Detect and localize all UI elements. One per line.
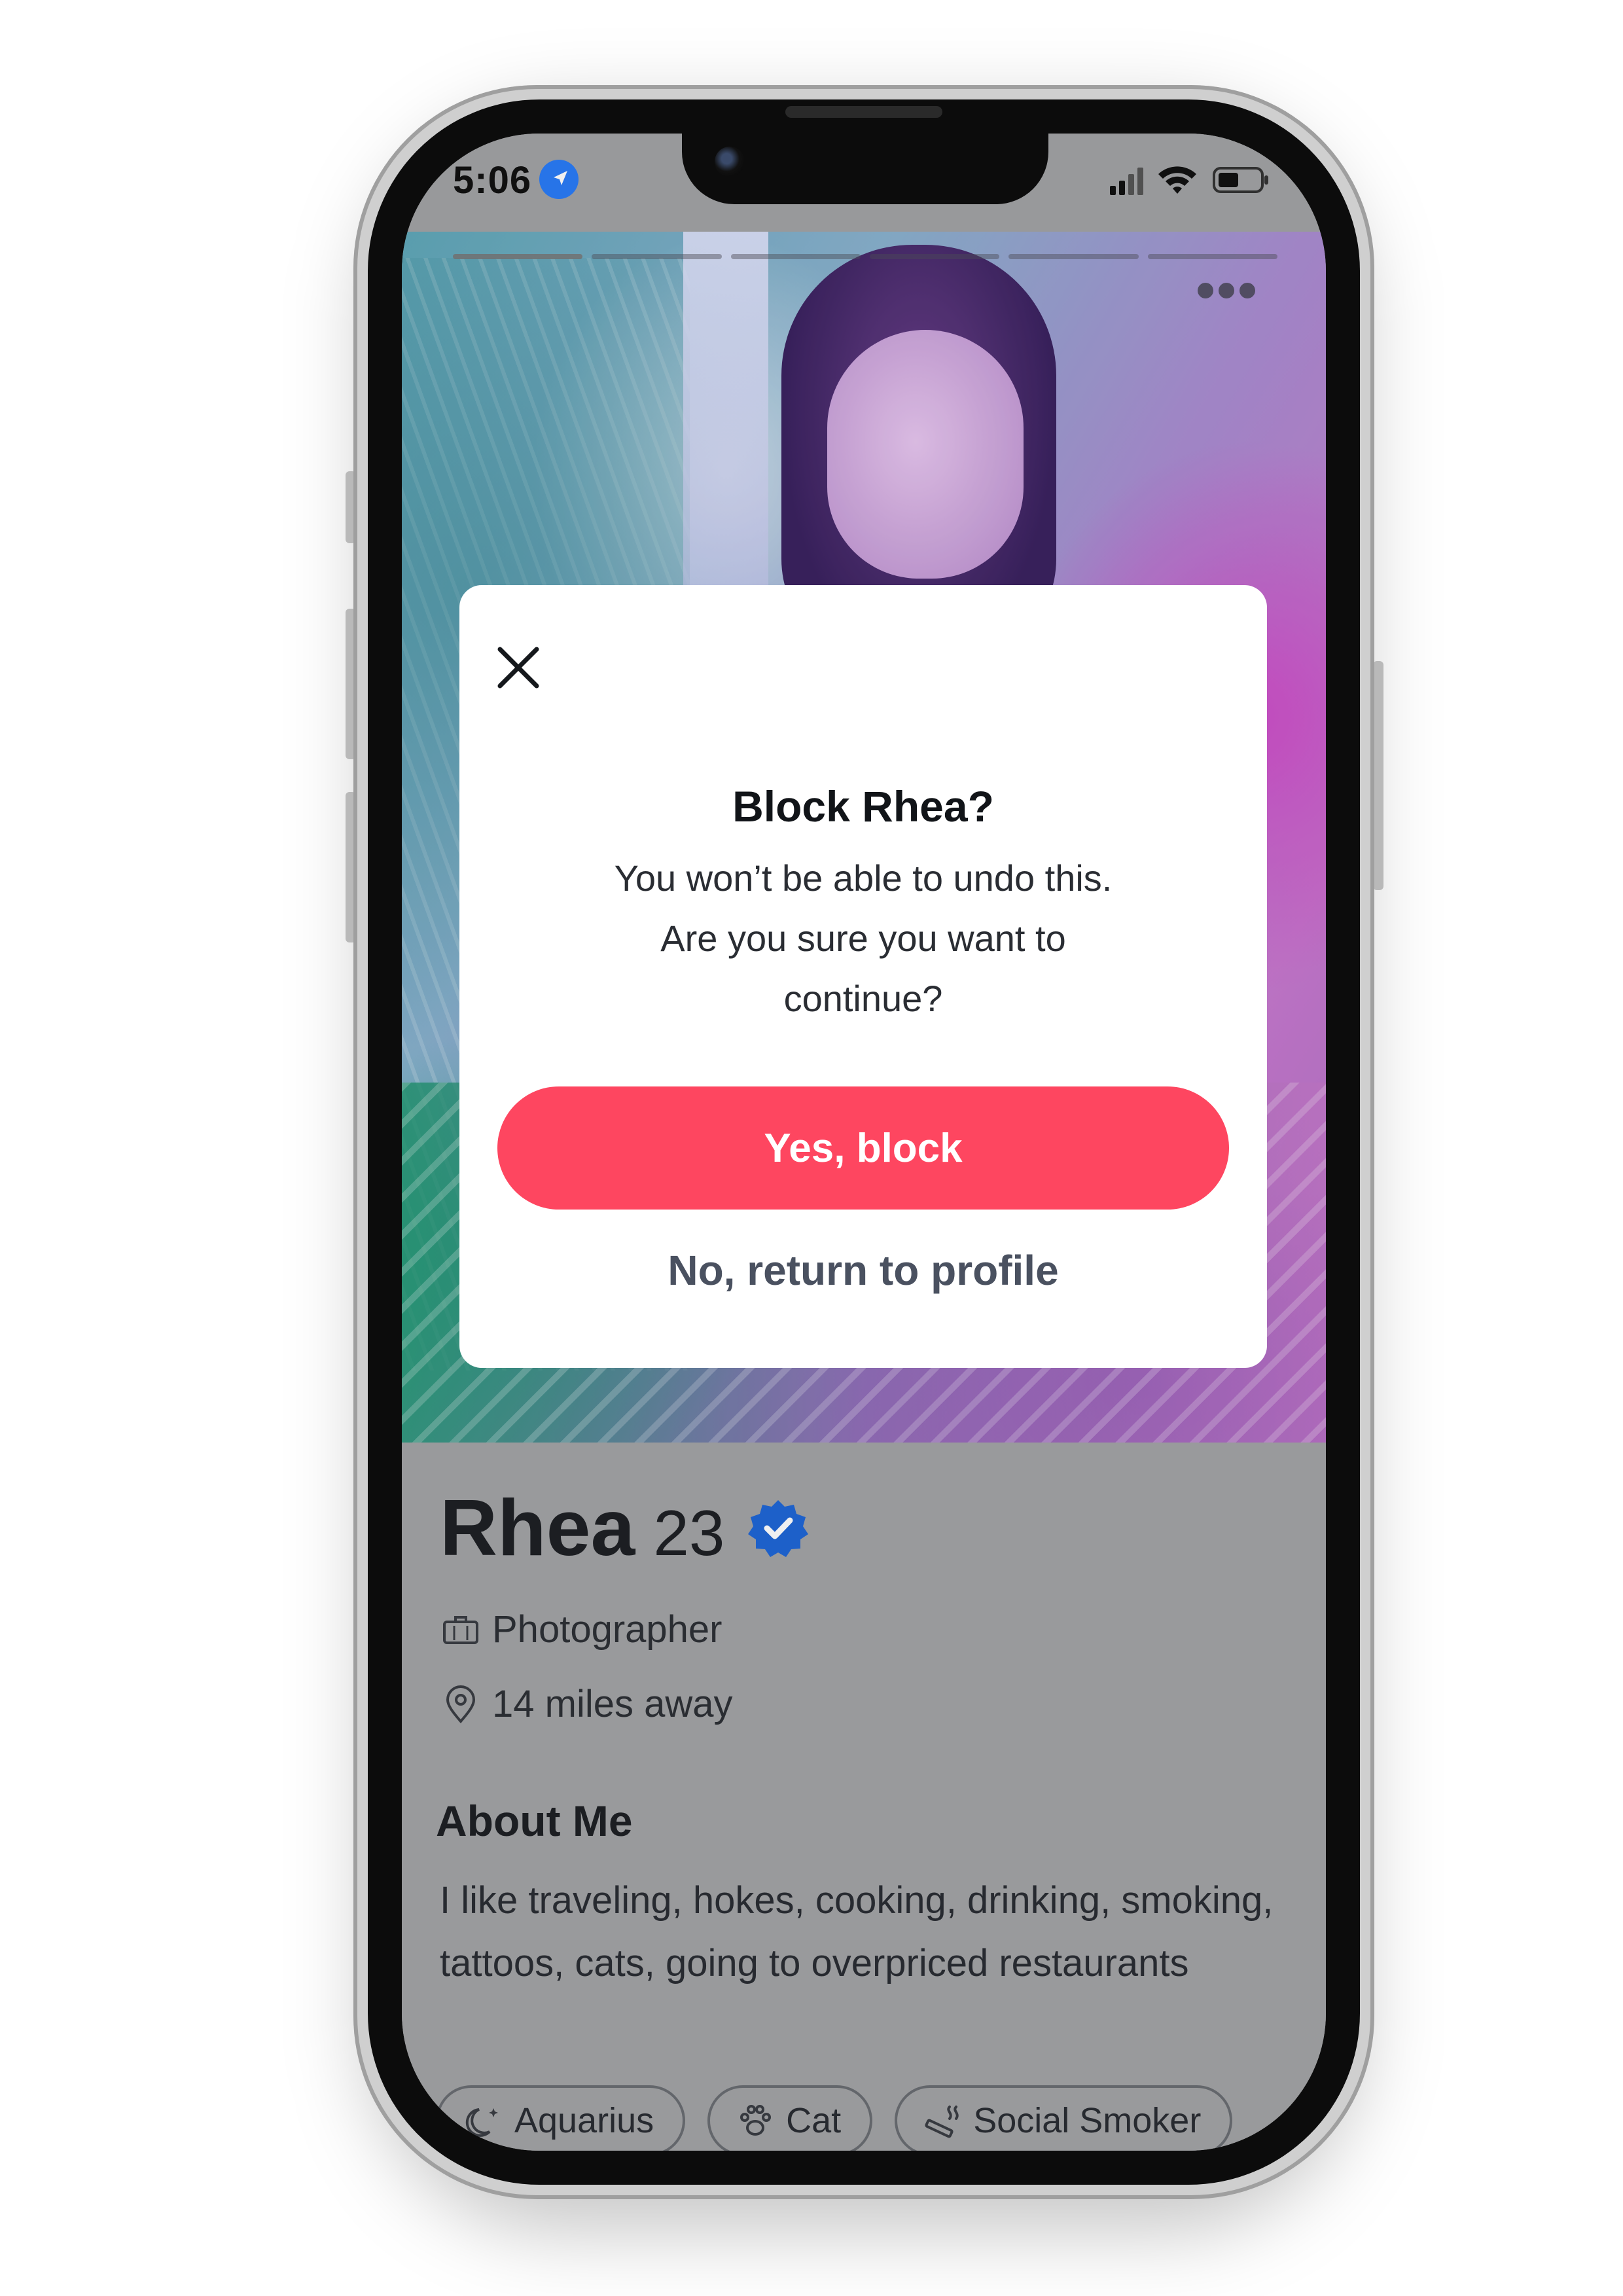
profile-job: Photographer [441, 1607, 722, 1651]
profile-distance: 14 miles away [441, 1682, 732, 1726]
distance-label: 14 miles away [492, 1683, 733, 1725]
chip-label: Social Smoker [973, 2101, 1202, 2140]
chip-aquarius: Aquarius [436, 2085, 686, 2151]
chip-cat: Cat [707, 2085, 873, 2151]
profile-info: Rhea 23 Photographer 14 miles away About… [402, 1443, 1326, 2151]
wifi-icon [1158, 166, 1196, 194]
chip-label: Cat [786, 2101, 842, 2140]
close-icon[interactable] [493, 643, 543, 692]
profile-age: 23 [653, 1497, 725, 1569]
about-title: About Me [436, 1797, 633, 1845]
block-dialog: Block Rhea? You won’t be able to undo th… [459, 585, 1267, 1368]
power-button [1373, 661, 1383, 890]
more-dots-icon[interactable] [1198, 283, 1255, 298]
status-time: 5:06 [453, 159, 532, 202]
profile-name: Rhea [440, 1483, 635, 1572]
smoking-icon [925, 2106, 959, 2138]
photo-progress-segment [1008, 254, 1139, 259]
chip-social-smoker: Social Smoker [895, 2085, 1233, 2151]
photo-progress-indicator [453, 254, 1277, 259]
dialog-message-line: You won’t be able to undo this. [614, 857, 1113, 899]
location-arrow-icon [539, 160, 579, 199]
photo-progress-segment [869, 254, 1000, 259]
photo-wall [683, 232, 768, 598]
photo-progress-segment [1147, 254, 1277, 259]
paw-icon [740, 2105, 772, 2136]
photo-progress-segment [592, 254, 722, 259]
return-to-profile-button[interactable]: No, return to profile [459, 1246, 1267, 1295]
confirm-block-button[interactable]: Yes, block [497, 1086, 1229, 1210]
moon-icon [465, 2108, 498, 2137]
front-camera [715, 147, 745, 177]
job-label: Photographer [492, 1608, 722, 1651]
dialog-message: You won’t be able to undo this. Are you … [538, 848, 1188, 1029]
photo-progress-segment [730, 254, 861, 259]
interest-chips: Aquarius Cat Social Smoker [436, 2085, 1233, 2151]
phone-screen: 5:06 Rhea 23 Photographer 14 miles away … [402, 134, 1326, 2151]
verified-badge-icon [748, 1500, 809, 1557]
cellular-signal-icon [1110, 168, 1143, 195]
photo-progress-segment [453, 254, 583, 259]
name-row: Rhea 23 [440, 1482, 809, 1573]
dialog-title: Block Rhea? [732, 782, 994, 831]
briefcase-icon [443, 1615, 478, 1644]
chip-label: Aquarius [514, 2101, 654, 2140]
dialog-message-line: Are you sure you want to [660, 918, 1066, 959]
about-text: I like traveling, hokes, cooking, drinki… [440, 1879, 1274, 1984]
earpiece-speaker [785, 106, 942, 118]
battery-icon [1213, 167, 1268, 193]
location-pin-icon [446, 1685, 476, 1723]
dialog-message-line: continue? [783, 978, 943, 1019]
photo-person-face [827, 330, 1024, 579]
